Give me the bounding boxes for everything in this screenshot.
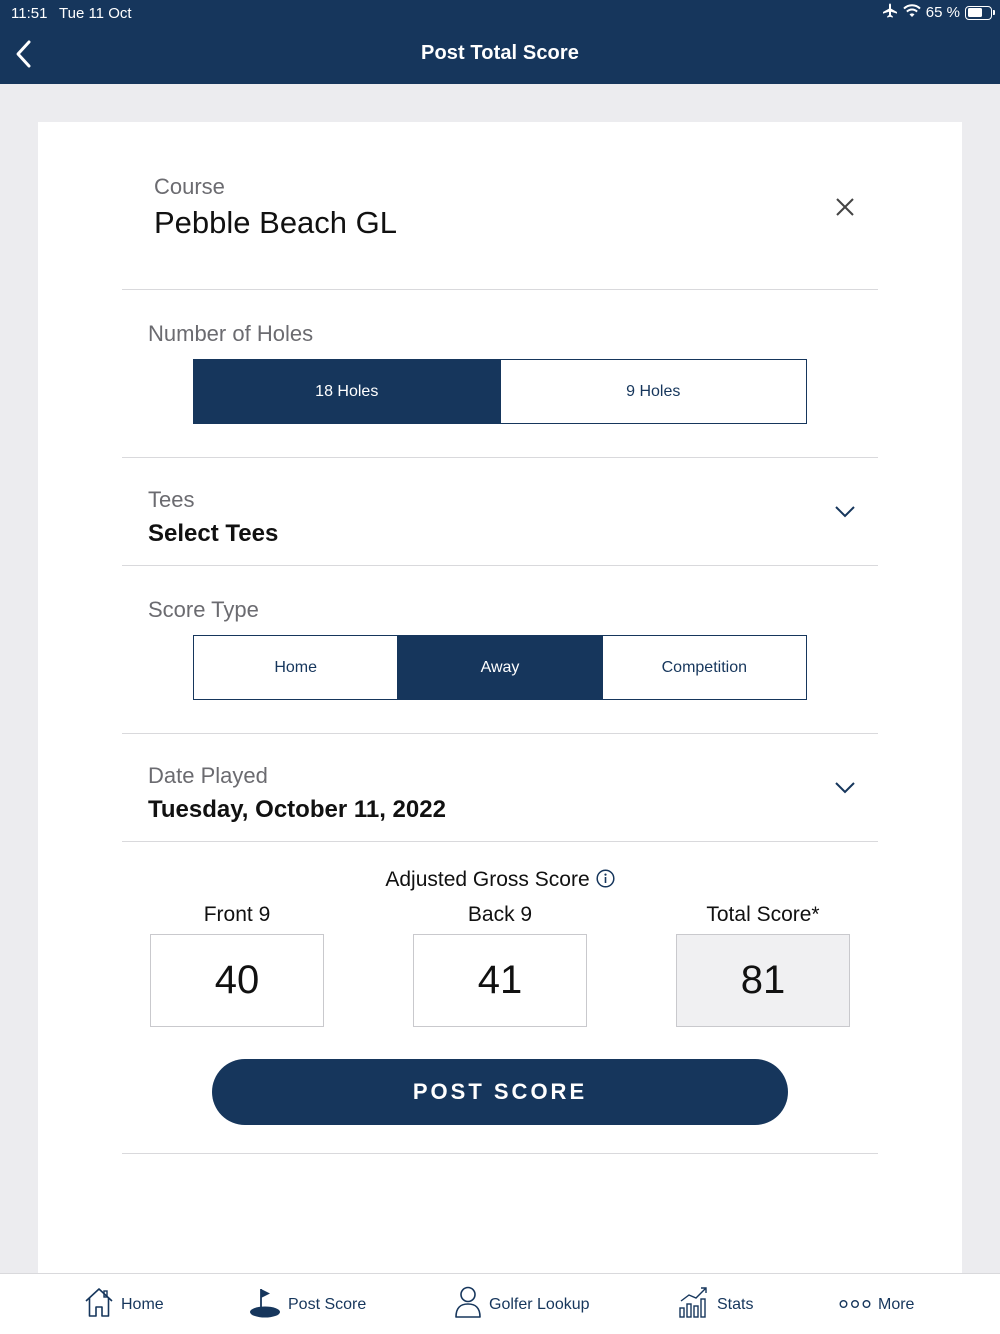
score-type-away-option[interactable]: Away — [397, 636, 602, 699]
front-nine-input[interactable]: 40 — [150, 934, 324, 1027]
tees-label: Tees — [148, 487, 195, 512]
front-nine-label: Front 9 — [203, 903, 271, 926]
holes-18-option[interactable]: 18 Holes — [194, 360, 500, 423]
house-icon — [84, 1286, 114, 1323]
tab-golfer-lookup-label: Golfer Lookup — [489, 1295, 590, 1313]
tab-post-score-label: Post Score — [288, 1295, 367, 1313]
adjusted-gross-score-heading: Adjusted Gross Score — [38, 868, 962, 894]
divider — [122, 457, 878, 458]
course-label: Course — [154, 174, 225, 199]
score-type-home-option[interactable]: Home — [194, 636, 398, 699]
bottom-tab-bar: Home Post Score Golfer Lookup Stats More — [0, 1273, 1000, 1334]
page-title: Post Total Score — [421, 42, 579, 64]
tab-stats[interactable]: Stats — [678, 1274, 753, 1334]
wifi-icon — [903, 3, 921, 22]
chart-icon — [678, 1286, 710, 1323]
divider — [122, 289, 878, 290]
score-type-label: Score Type — [148, 597, 259, 622]
holes-label: Number of Holes — [148, 321, 314, 346]
battery-icon — [965, 5, 995, 20]
tab-home-label: Home — [121, 1295, 164, 1313]
info-icon[interactable] — [596, 869, 615, 894]
back-nine-input[interactable]: 41 — [413, 934, 587, 1027]
divider — [122, 565, 878, 566]
chevron-down-icon — [834, 506, 856, 523]
post-score-button[interactable]: POST SCORE — [212, 1059, 788, 1125]
clear-course-button[interactable] — [834, 196, 856, 218]
score-type-segmented-control: Home Away Competition — [193, 635, 807, 700]
person-icon — [454, 1285, 482, 1324]
battery-percentage: 65 % — [925, 4, 960, 21]
date-played-label: Date Played — [148, 763, 268, 788]
tab-golfer-lookup[interactable]: Golfer Lookup — [454, 1274, 590, 1334]
score-type-competition-option[interactable]: Competition — [601, 636, 806, 699]
date-dropdown-toggle[interactable] — [834, 781, 856, 795]
divider — [122, 841, 878, 842]
tab-post-score[interactable]: Post Score — [249, 1274, 366, 1334]
top-navigation-bar: 11:51 Tue 11 Oct 65 % Post Total Score — [0, 0, 1000, 84]
golf-flag-icon — [249, 1286, 281, 1323]
date-played-select[interactable]: Tuesday, October 11, 2022 — [148, 796, 446, 824]
tab-home[interactable]: Home — [84, 1274, 164, 1334]
post-score-form: Course Pebble Beach GL Number of Holes 1… — [38, 122, 962, 1274]
total-score-label: Total Score* — [706, 903, 820, 926]
course-value: Pebble Beach GL — [154, 205, 398, 240]
chevron-down-icon — [834, 782, 856, 799]
battery-level — [967, 8, 982, 17]
tab-stats-label: Stats — [717, 1295, 754, 1313]
adjusted-gross-score-title: Adjusted Gross Score — [385, 868, 590, 891]
divider — [122, 1153, 878, 1154]
total-score-value: 81 — [676, 934, 850, 1027]
divider — [122, 733, 878, 734]
status-date: Tue 11 Oct — [59, 5, 132, 22]
holes-9-option[interactable]: 9 Holes — [499, 360, 806, 423]
status-time: 11:51 — [11, 5, 48, 22]
airplane-mode-icon — [882, 3, 898, 22]
close-icon — [834, 198, 856, 222]
more-dots-icon — [839, 1296, 871, 1314]
tees-select[interactable]: Select Tees — [148, 520, 278, 548]
holes-segmented-control: 18 Holes 9 Holes — [193, 359, 807, 424]
tab-more[interactable]: More — [839, 1274, 914, 1334]
status-indicators: 65 % — [882, 3, 995, 22]
tab-more-label: More — [878, 1295, 915, 1313]
tees-dropdown-toggle[interactable] — [834, 505, 856, 519]
back-nine-label: Back 9 — [467, 903, 533, 926]
